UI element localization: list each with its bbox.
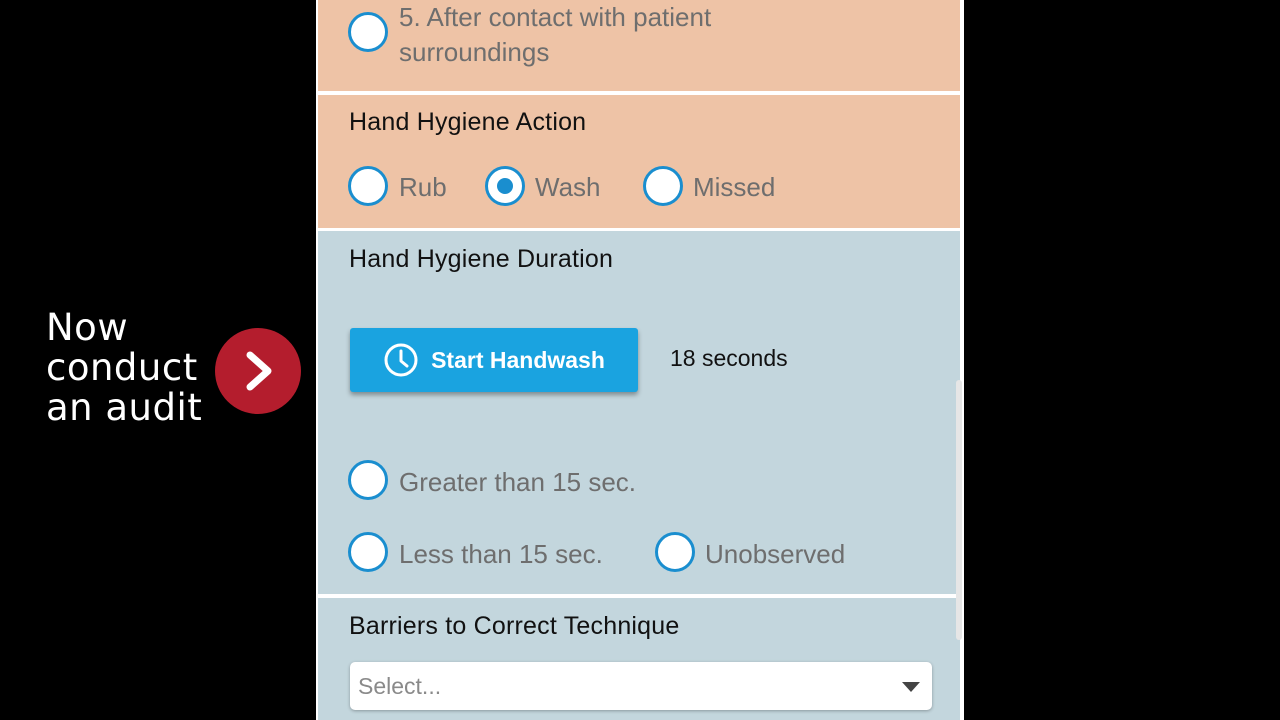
moment-5-radio[interactable] <box>348 12 388 52</box>
moments-section: 5. After contact with patient surroundin… <box>318 0 960 91</box>
audit-callout: Now conduct an audit <box>46 308 301 428</box>
audit-form-screen: 5. After contact with patient surroundin… <box>316 0 964 720</box>
caret-down-icon <box>902 682 920 692</box>
clock-icon <box>384 343 418 377</box>
callout-line-2: conduct <box>46 346 198 389</box>
duration-greater-label[interactable]: Greater than 15 sec. <box>399 467 636 498</box>
action-missed-radio[interactable] <box>643 166 683 206</box>
action-title: Hand Hygiene Action <box>349 108 587 136</box>
duration-unobserved-radio[interactable] <box>655 532 695 572</box>
barriers-title: Barriers to Correct Technique <box>349 612 680 640</box>
barriers-select-placeholder: Select... <box>358 673 442 699</box>
duration-greater-radio[interactable] <box>348 460 388 500</box>
scrollbar[interactable] <box>956 380 962 640</box>
action-rub-radio[interactable] <box>348 166 388 206</box>
moment-5-label-line2: surroundings <box>399 37 550 67</box>
barriers-select[interactable]: Select... <box>350 662 932 710</box>
elapsed-time: 18 seconds <box>670 345 788 371</box>
chevron-right-icon <box>215 328 301 414</box>
action-rub-label[interactable]: Rub <box>399 172 447 203</box>
action-missed-label[interactable]: Missed <box>693 172 775 203</box>
moment-5-label[interactable]: 5. After contact with patient surroundin… <box>399 0 711 70</box>
duration-unobserved-label[interactable]: Unobserved <box>705 539 845 570</box>
duration-section: Hand Hygiene Duration Start Handwash 18 … <box>318 231 960 594</box>
start-handwash-label: Start Handwash <box>431 346 605 373</box>
callout-line-3: an audit <box>46 386 203 429</box>
start-handwash-button[interactable]: Start Handwash <box>350 328 638 392</box>
duration-less-label[interactable]: Less than 15 sec. <box>399 539 603 570</box>
duration-less-radio[interactable] <box>348 532 388 572</box>
callout-line-1: Now <box>46 306 129 349</box>
callout-text: Now conduct an audit <box>46 308 216 428</box>
action-wash-label[interactable]: Wash <box>535 172 601 203</box>
moment-5-label-line1: 5. After contact with patient <box>399 2 712 32</box>
action-section: Hand Hygiene Action Rub Wash Missed <box>318 95 960 228</box>
action-wash-radio[interactable] <box>485 166 525 206</box>
duration-title: Hand Hygiene Duration <box>349 245 614 273</box>
barriers-section: Barriers to Correct Technique Select... <box>318 598 960 720</box>
